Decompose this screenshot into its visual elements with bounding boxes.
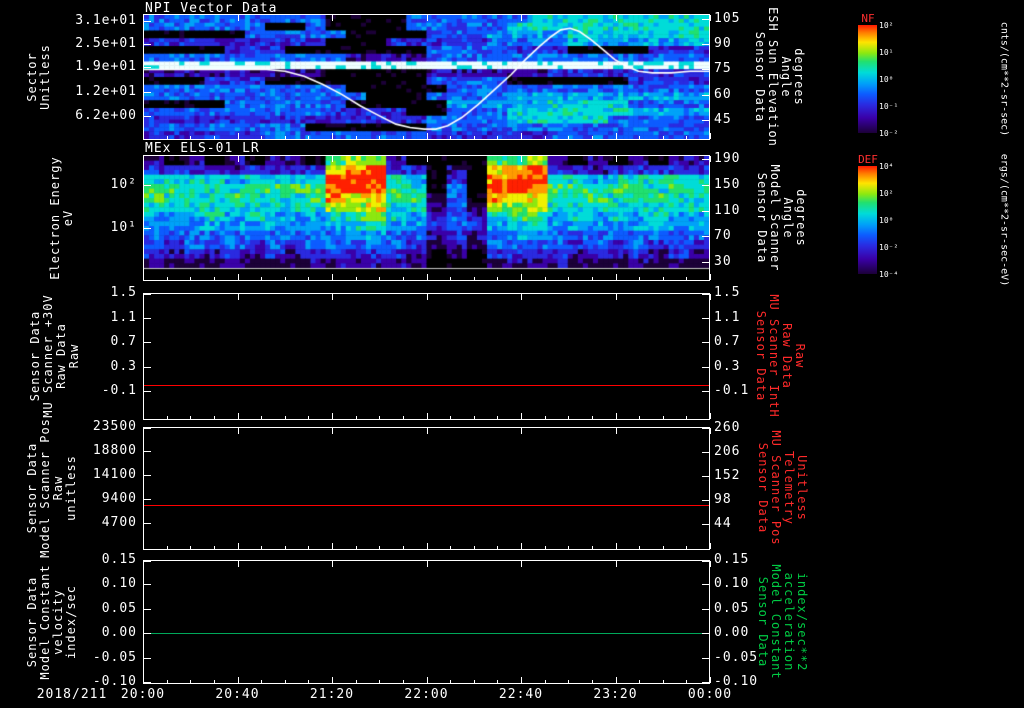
label-line: Raw — [67, 343, 81, 369]
tick-mark — [710, 133, 711, 139]
colorbar-tick-label: 10⁻⁴ — [879, 270, 899, 279]
tick-mark — [710, 546, 711, 549]
colorbar-tick-label: 10⁻² — [879, 243, 899, 252]
panel3-left-axis-label-text: Sensor Data MU Scanner +30V Raw Data Raw — [28, 294, 81, 417]
tick-mark — [710, 294, 711, 300]
panel5-left-axis-label-text: Sensor Data Model Constant velocity index/s… — [25, 564, 78, 679]
time-tick-label: 00:00 — [687, 687, 733, 702]
label-line: degrees — [792, 48, 806, 106]
time-tick-label: 22:40 — [498, 687, 544, 702]
tick-mark — [710, 561, 711, 567]
label-line: Sensor Data — [753, 31, 767, 123]
tick-mark — [710, 413, 711, 419]
panel2-right-axis-label-text: degrees Angle Model Scanner Sensor Data — [755, 164, 808, 272]
panel-mu-scanner-30v — [143, 293, 710, 420]
panel5-right-axis-label-text: index/sec**2 acceleration Model Constant Se… — [756, 564, 809, 680]
colorbar-tick-label: 10⁰ — [879, 75, 894, 84]
panel-els-spectrogram — [143, 155, 710, 281]
label-line: degrees — [794, 189, 808, 247]
time-tick-label: 21:20 — [309, 687, 355, 702]
tick-mark — [710, 680, 711, 683]
data-series-line — [144, 504, 709, 506]
label-line: unitless — [64, 455, 78, 521]
label-line: Raw Data — [780, 323, 794, 389]
label-line: Telemetry — [782, 450, 796, 526]
tick-mark — [710, 274, 711, 280]
tick-mark — [710, 416, 711, 419]
panel1-right-axis-label-text: degrees Angle ESH Sun Elevation Sensor Data — [753, 7, 806, 147]
nf-colorbar — [858, 25, 877, 133]
label-line: Sensor Data — [756, 576, 770, 668]
npi-spectrogram-canvas — [144, 15, 709, 139]
colorbar-tick-label: 10⁻¹ — [879, 102, 899, 111]
tick-mark — [710, 677, 711, 683]
nf-colorbar-unit-text: cnts/(cm**2-sr-sec) — [998, 21, 1010, 137]
panel2-title: MEx ELS-01 LR — [145, 141, 260, 156]
label-line: ESH Sun Elevation — [766, 7, 780, 147]
tick-mark — [710, 136, 711, 139]
label-line: index/sec — [64, 584, 78, 660]
label-line: Unitless — [795, 455, 809, 521]
tick-mark — [710, 277, 711, 280]
label-line: MU Scanner IntH — [767, 294, 781, 418]
panel1-left-tick-labels: 3.1e+01 2.5e+01 1.9e+01 1.2e+01 6.2e+00 — [0, 12, 137, 140]
def-colorbar-title: DEF — [858, 153, 878, 166]
tick-mark — [710, 15, 711, 21]
label-line: Model Scanner — [768, 164, 782, 272]
panel2-left-axis-label-text: Electron Energy eV — [48, 156, 75, 279]
tick-mark — [710, 428, 711, 434]
els-spectrogram-canvas — [144, 156, 709, 280]
date-label: 2018/211 — [36, 687, 108, 702]
axis-tick-label: 1.9e+01 — [75, 59, 137, 74]
label-line: Sensor Data — [755, 172, 769, 264]
colorbar-tick-label: 10² — [879, 21, 894, 30]
def-colorbar-unit-text: ergs/(cm**2-sr-sec-eV) — [998, 153, 1010, 287]
tick-mark — [710, 543, 711, 549]
panel-npi-spectrogram — [143, 14, 710, 140]
time-tick-label: 22:00 — [404, 687, 449, 702]
label-line: Angle — [781, 197, 795, 239]
axis-tick-label: 3.1e+01 — [75, 12, 137, 28]
label-line: Sensor Data — [754, 310, 768, 402]
tick-mark — [710, 156, 711, 162]
axis-tick-label: 1.2e+01 — [75, 84, 137, 100]
time-tick-label: 20:40 — [215, 687, 260, 702]
label-line: eV — [61, 209, 75, 227]
panel3-right-axis-label-text: Raw Raw Data MU Scanner IntH Sensor Data — [754, 294, 807, 418]
def-colorbar-tick-labels: 10⁴ 10² 10⁰ 10⁻² 10⁻⁴ — [879, 162, 913, 279]
science-plot-screen: NPI Vector Data MEx ELS-01 LR 3.1e+01 2.5… — [0, 0, 1024, 708]
label-line: acceleration — [782, 572, 796, 672]
label-line: Model Constant — [769, 564, 783, 680]
label-line: index/sec**2 — [795, 572, 809, 672]
label-line: Sensor Data — [756, 442, 770, 534]
data-series-line — [144, 384, 709, 386]
colorbar-tick-label: 10⁴ — [879, 162, 894, 171]
data-series-line — [144, 633, 709, 635]
colorbar-tick-label: 10¹ — [879, 48, 894, 57]
axis-tick-label: 2.5e+01 — [75, 35, 137, 51]
label-line: MU Scanner Pos — [769, 430, 783, 546]
axis-tick-label: 6.2e+00 — [75, 108, 137, 124]
label-line: Angle — [779, 56, 793, 98]
panel-model-scanner-pos — [143, 427, 710, 550]
colorbar-tick-label: 10⁻² — [879, 129, 899, 138]
panel4-left-axis-label-text: Sensor Data Model Scanner Pos Raw unitless — [25, 418, 78, 558]
time-tick-label: 20:00 — [120, 687, 166, 702]
panel4-right-axis-label-text: Unitless Telemetry MU Scanner Pos Sensor Da… — [756, 430, 809, 546]
nf-colorbar-tick-labels: 10² 10¹ 10⁰ 10⁻¹ 10⁻² — [879, 21, 913, 138]
def-colorbar — [858, 166, 877, 274]
label-line: Unitless — [38, 44, 52, 110]
colorbar-tick-label: 10² — [879, 189, 894, 198]
panel1-left-axis-label-text: Sector Unitless — [25, 44, 52, 110]
nf-colorbar-title: NF — [861, 12, 875, 25]
panel-model-constant-velocity — [143, 560, 710, 684]
label-line: Raw — [793, 343, 807, 369]
colorbar-tick-label: 10⁰ — [879, 216, 894, 225]
time-tick-label: 23:20 — [593, 687, 638, 702]
